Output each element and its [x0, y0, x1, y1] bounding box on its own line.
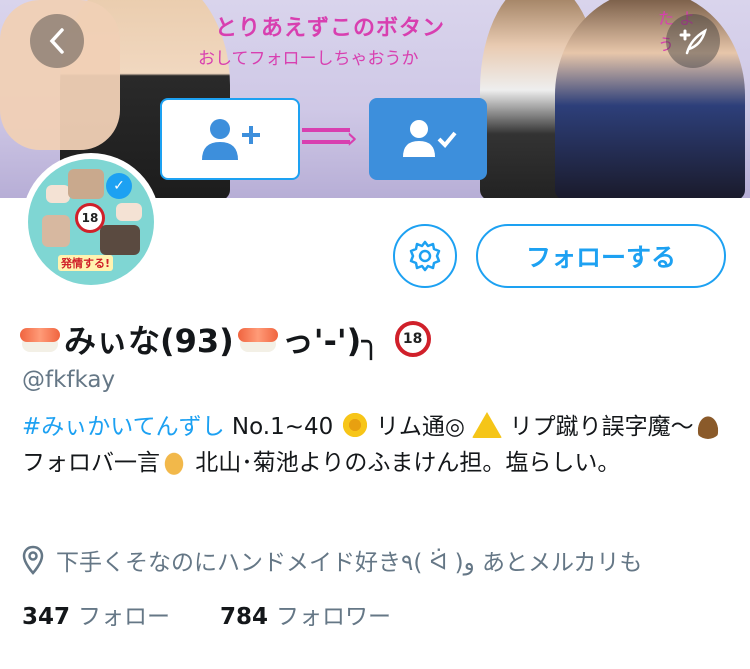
add-user-icon [202, 119, 260, 160]
banner-following-card [369, 98, 487, 180]
verified-icon: ✓ [106, 173, 132, 199]
display-name: みぃな(93) っ'-')╮ 18 [20, 316, 431, 362]
display-name-suffix: っ'-')╮ [281, 322, 381, 360]
following-label: フォロー [78, 604, 171, 630]
bio-text: リム通◎ [368, 414, 473, 440]
followers-count: 784 [220, 604, 269, 630]
bio-text: 北山･菊池よりのふまけん担。塩らしい。 [188, 450, 621, 476]
user-check-icon [403, 120, 457, 157]
following-count: 347 [22, 604, 71, 630]
avatar-caption: 発情する! [58, 255, 114, 271]
location-pin-icon [22, 545, 44, 575]
gear-icon [409, 240, 441, 272]
compose-feather-icon [679, 28, 708, 55]
banner-arrow-head: › [346, 121, 358, 156]
avatar-image: ✓ 18 発情する! [28, 159, 154, 285]
follow-button[interactable]: フォローする [476, 224, 726, 288]
follow-stats: 347 フォロー 784 フォロワー [22, 597, 391, 631]
no-under-18-icon: 18 [75, 203, 105, 233]
no-under-18-icon: 18 [394, 321, 431, 357]
poop-icon [693, 411, 722, 439]
profile-bio: #みぃかいてんずし No.1~40 リム通◎ リプ蹴り誤字魔〜 フォロバ一言 北… [22, 409, 722, 481]
banner-follow-card [160, 98, 300, 180]
bio-text: リプ蹴り誤字魔〜 [502, 414, 694, 440]
user-handle: @fkfkay [22, 367, 116, 393]
warning-icon [472, 412, 503, 438]
compose-tweet-button[interactable] [666, 14, 720, 68]
location-text: 下手くそなのにハンドメイド好き٩( ᐛ )و あとメルカリも [56, 550, 643, 576]
sushi-icon [237, 326, 278, 352]
chevron-left-icon [49, 28, 64, 54]
sushi-icon [20, 326, 60, 352]
back-button[interactable] [30, 14, 84, 68]
profile-avatar[interactable]: ✓ 18 発情する! [22, 153, 160, 291]
followers-label: フォロワー [276, 604, 392, 630]
sunflower-icon [340, 411, 369, 439]
banner-text-line1: とりあえずこのボタン [215, 16, 446, 41]
folded-hands-icon [160, 447, 188, 475]
banner-text-line2: おしてフォローしちゃおうか [198, 49, 419, 69]
profile-settings-button[interactable] [393, 224, 457, 288]
bio-text: フォロバ一言 [22, 450, 160, 476]
following-stat[interactable]: 347 フォロー [22, 597, 170, 631]
followers-stat[interactable]: 784 フォロワー [220, 597, 391, 631]
display-name-text: みぃな(93) [64, 322, 234, 360]
profile-location: 下手くそなのにハンドメイド好き٩( ᐛ )و あとメルカリも [22, 543, 642, 577]
bio-hashtag-link[interactable]: #みぃかいてんずし [22, 414, 225, 440]
bio-text: No.1~40 [224, 414, 334, 440]
